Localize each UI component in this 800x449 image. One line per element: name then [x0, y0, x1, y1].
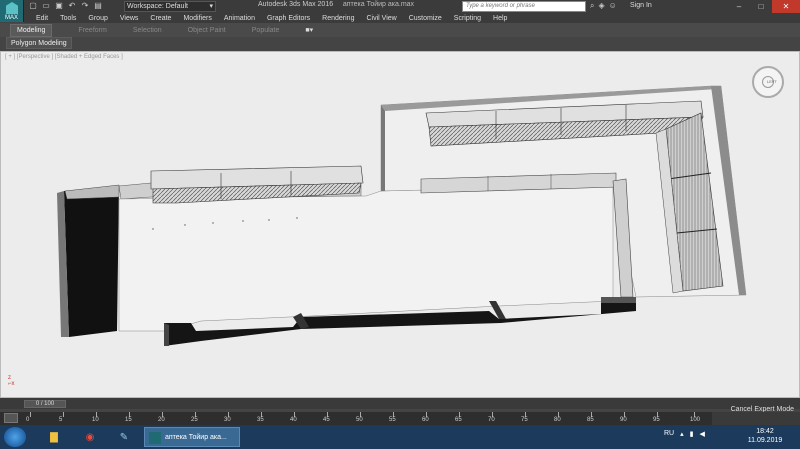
mini-curve-editor-button[interactable]: [4, 413, 18, 423]
menu-tools[interactable]: Tools: [60, 15, 76, 22]
file-name: аптека Тойир ака.max: [342, 1, 415, 8]
menu-create[interactable]: Create: [150, 15, 171, 22]
3dsmax-logo-icon: [6, 2, 18, 14]
chevron-down-icon: ▾: [209, 3, 213, 10]
xyz-axis-icon: z ⌐x: [8, 375, 15, 387]
menu-bar: Edit Tools Group Views Create Modifiers …: [24, 13, 800, 23]
menu-rendering[interactable]: Rendering: [322, 15, 354, 22]
paint-icon[interactable]: ✎: [110, 428, 138, 446]
language-indicator[interactable]: RU: [664, 430, 674, 438]
perspective-viewport[interactable]: [ + ] [Perspective ] [Shaded + Edged Fac…: [0, 51, 800, 398]
maximize-icon[interactable]: □: [750, 0, 772, 13]
menu-scripting[interactable]: Scripting: [454, 15, 481, 22]
project-folder-icon[interactable]: ▤: [93, 1, 103, 11]
window-title: Autodesk 3ds Max 2016 аптека Тойир ака.m…: [258, 1, 414, 8]
workspace-value: Workspace: Default: [127, 3, 188, 10]
scene-model: [57, 85, 747, 346]
menu-animation[interactable]: Animation: [224, 15, 255, 22]
redo-icon[interactable]: ↷: [80, 1, 90, 11]
taskbar-3dsmax-window[interactable]: аптека Тойир ака...: [144, 427, 240, 447]
menu-graph-editors[interactable]: Graph Editors: [267, 15, 310, 22]
viewcube[interactable]: LEFT: [752, 66, 784, 98]
time-slider[interactable]: 0 / 100: [24, 400, 66, 408]
menu-edit[interactable]: Edit: [36, 15, 48, 22]
menu-modifiers[interactable]: Modifiers: [183, 15, 211, 22]
start-button[interactable]: [4, 427, 26, 447]
tab-freeform[interactable]: Freeform: [78, 27, 106, 34]
save-icon[interactable]: ▣: [54, 1, 64, 11]
close-icon[interactable]: ✕: [772, 0, 800, 13]
ribbon-tabs: Modeling Freeform Selection Object Paint…: [0, 23, 800, 37]
undo-icon[interactable]: ↶: [67, 1, 77, 11]
volume-icon[interactable]: ◀: [700, 430, 705, 438]
minimize-icon[interactable]: –: [728, 0, 750, 13]
system-clock[interactable]: 18:42 11.09.2019: [740, 427, 790, 445]
network-icon[interactable]: ▮: [690, 430, 694, 438]
track-bar-end: [712, 412, 800, 425]
title-icon-group: ⌕ ◈ ☺: [590, 1, 617, 11]
search-input[interactable]: Type a keyword or phrase: [462, 1, 586, 12]
viewcube-label: LEFT: [767, 79, 777, 84]
app-title: Autodesk 3ds Max 2016: [258, 1, 334, 8]
clock-time: 18:42: [756, 428, 774, 435]
tray-arrow-icon[interactable]: ▴: [680, 430, 684, 438]
search-icon[interactable]: ⌕: [590, 1, 594, 11]
clock-date: 11.09.2019: [747, 437, 783, 444]
app-badge-label: MAX: [4, 15, 18, 21]
user-icon[interactable]: ☺: [609, 1, 617, 11]
app-menu-button[interactable]: MAX: [0, 0, 24, 22]
menu-group[interactable]: Group: [88, 15, 107, 22]
panel-polygon-modeling[interactable]: Polygon Modeling: [6, 37, 72, 49]
subscription-icon[interactable]: ◈: [598, 1, 604, 11]
track-bar[interactable]: 0 5 10 15 20 25 30 35 40 45 50 55 60 65 …: [0, 412, 712, 425]
ribbon-options-icon[interactable]: ■▾: [305, 26, 313, 34]
workspace-dropdown[interactable]: Workspace: Default ▾: [124, 1, 216, 12]
timeline-bar: [0, 398, 800, 409]
window-controls: – □ ✕: [728, 0, 800, 13]
taskbar-window-title: аптека Тойир ака...: [165, 433, 227, 441]
tab-selection[interactable]: Selection: [133, 27, 162, 34]
tab-object-paint[interactable]: Object Paint: [188, 27, 226, 34]
system-tray: RU ▴ ▮ ◀: [664, 430, 705, 438]
3dsmax-taskbar-icon: [149, 432, 161, 444]
menu-customize[interactable]: Customize: [409, 15, 442, 22]
explorer-icon[interactable]: ▇: [40, 428, 68, 446]
quick-access-toolbar: ▢ ▭ ▣ ↶ ↷ ▤: [28, 1, 103, 11]
menu-help[interactable]: Help: [493, 15, 507, 22]
tab-populate[interactable]: Populate: [252, 27, 280, 34]
tab-modeling[interactable]: Modeling: [10, 23, 53, 37]
open-file-icon[interactable]: ▭: [41, 1, 51, 11]
menu-civil-view[interactable]: Civil View: [366, 15, 396, 22]
sign-in-button[interactable]: Sign In: [630, 2, 652, 9]
new-file-icon[interactable]: ▢: [28, 1, 38, 11]
chrome-icon[interactable]: ◉: [76, 428, 104, 446]
menu-views[interactable]: Views: [120, 15, 139, 22]
